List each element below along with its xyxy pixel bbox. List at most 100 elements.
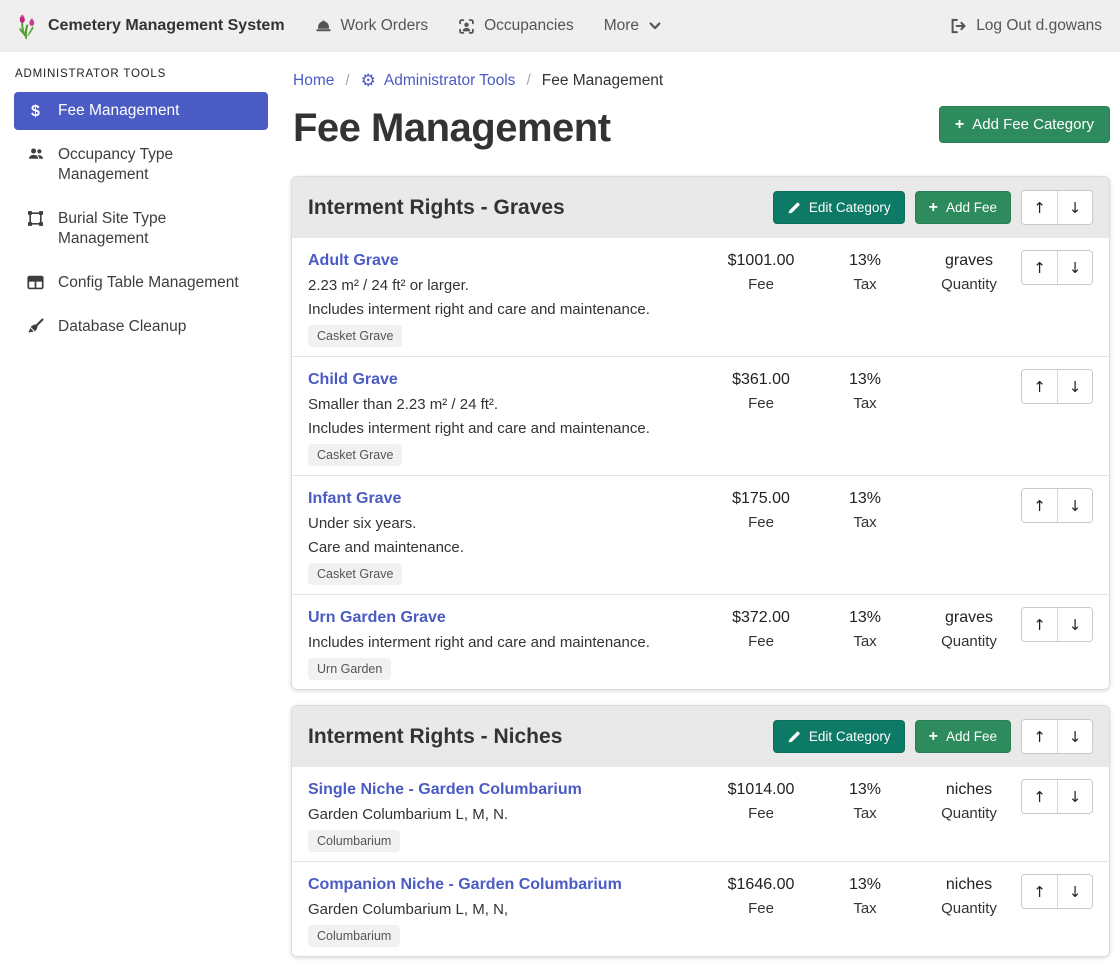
fee-amount-column: $1646.00 Fee xyxy=(709,874,813,917)
fee-amount-label: Fee xyxy=(709,395,813,412)
arrow-down-icon: ↓ xyxy=(1069,497,1082,515)
fee-arrow-group: ↑ ↓ xyxy=(1021,874,1093,909)
occupancy-badge-icon xyxy=(458,18,475,35)
table-icon xyxy=(26,274,45,291)
move-fee-up-button[interactable]: ↑ xyxy=(1022,780,1057,813)
fee-reorder-group: ↑ ↓ xyxy=(1021,779,1093,814)
hard-hat-icon xyxy=(315,18,332,35)
nav-occupancies[interactable]: Occupancies xyxy=(458,17,574,35)
add-fee-button[interactable]: + Add Fee xyxy=(915,720,1011,753)
sidebar-item-fee-management[interactable]: $Fee Management xyxy=(14,92,268,130)
edit-category-label: Edit Category xyxy=(809,729,891,744)
move-fee-down-button[interactable]: ↓ xyxy=(1057,608,1092,641)
tulip-logo-icon xyxy=(14,13,39,40)
fee-row: Urn Garden Grave Includes interment righ… xyxy=(292,595,1109,689)
fee-name-link[interactable]: Companion Niche - Garden Columbarium xyxy=(308,874,622,896)
tax-column: 13% Tax xyxy=(813,488,917,531)
add-fee-category-label: Add Fee Category xyxy=(972,116,1094,133)
move-fee-down-button[interactable]: ↓ xyxy=(1057,251,1092,284)
fee-amount: $1001.00 xyxy=(709,250,813,272)
fee-category-card: Interment Rights - Niches Edit Category … xyxy=(291,705,1110,957)
sidebar-item-config-table-management[interactable]: Config Table Management xyxy=(14,264,268,302)
sidebar: ADMINISTRATOR TOOLS $Fee ManagementOccup… xyxy=(0,52,283,352)
fee-amount-label: Fee xyxy=(709,805,813,822)
tax-label: Tax xyxy=(813,395,917,412)
tax-rate: 13% xyxy=(813,779,917,801)
move-category-down-button[interactable]: ↓ xyxy=(1057,720,1092,753)
fee-description: Includes interment right and care and ma… xyxy=(308,633,699,653)
add-fee-category-button[interactable]: + Add Fee Category xyxy=(939,106,1110,143)
fee-amount-label: Fee xyxy=(709,514,813,531)
burial-site-type-badge: Casket Grave xyxy=(308,444,402,466)
move-fee-up-button[interactable]: ↑ xyxy=(1022,608,1057,641)
fee-amount-column: $1001.00 Fee xyxy=(709,250,813,293)
fee-description: Includes interment right and care and ma… xyxy=(308,419,699,439)
fee-amount-column: $372.00 Fee xyxy=(709,607,813,650)
move-fee-down-button[interactable]: ↓ xyxy=(1057,780,1092,813)
move-fee-down-button[interactable]: ↓ xyxy=(1057,489,1092,522)
fee-amount-label: Fee xyxy=(709,276,813,293)
fee-arrow-group: ↑ ↓ xyxy=(1021,488,1093,523)
burial-site-type-badge: Columbarium xyxy=(308,830,400,852)
category-reorder-group: ↑ ↓ xyxy=(1021,190,1093,225)
logout-link[interactable]: Log Out d.gowans xyxy=(949,17,1102,35)
move-fee-up-button[interactable]: ↑ xyxy=(1022,489,1057,522)
tax-column: 13% Tax xyxy=(813,779,917,822)
fee-description: Includes interment right and care and ma… xyxy=(308,300,699,320)
sidebar-item-occupancy-type-management[interactable]: Occupancy Type Management xyxy=(14,136,268,194)
fee-amount: $372.00 xyxy=(709,607,813,629)
category-title: Interment Rights - Niches xyxy=(308,725,763,749)
fee-name-link[interactable]: Child Grave xyxy=(308,369,398,391)
fee-name-link[interactable]: Single Niche - Garden Columbarium xyxy=(308,779,582,801)
arrow-down-icon: ↓ xyxy=(1069,616,1082,634)
arrow-up-icon: ↑ xyxy=(1033,728,1046,746)
quantity-column: graves Quantity xyxy=(917,250,1021,293)
fee-name-link[interactable]: Adult Grave xyxy=(308,250,399,272)
fee-amount-column: $175.00 Fee xyxy=(709,488,813,531)
edit-category-button[interactable]: Edit Category xyxy=(773,191,905,224)
tax-label: Tax xyxy=(813,900,917,917)
fee-reorder-group: ↑ ↓ xyxy=(1021,488,1093,523)
move-fee-down-button[interactable]: ↓ xyxy=(1057,370,1092,403)
sidebar-item-label: Database Cleanup xyxy=(58,317,186,337)
fee-info: Adult Grave 2.23 m² / 24 ft² or larger. … xyxy=(308,250,709,347)
frame-icon xyxy=(26,210,45,227)
fee-description: Care and maintenance. xyxy=(308,538,699,558)
gear-icon: ⚙ xyxy=(361,73,376,90)
fee-info: Single Niche - Garden Columbarium Garden… xyxy=(308,779,709,852)
quantity-unit: niches xyxy=(917,779,1021,801)
quantity-column xyxy=(917,369,1021,373)
move-fee-down-button[interactable]: ↓ xyxy=(1057,875,1092,908)
edit-category-button[interactable]: Edit Category xyxy=(773,720,905,753)
arrow-down-icon: ↓ xyxy=(1069,259,1082,277)
breadcrumb-home-link[interactable]: Home xyxy=(293,72,334,90)
move-category-down-button[interactable]: ↓ xyxy=(1057,191,1092,224)
sidebar-item-database-cleanup[interactable]: Database Cleanup xyxy=(14,308,268,346)
fee-name-link[interactable]: Infant Grave xyxy=(308,488,401,510)
fee-amount: $1014.00 xyxy=(709,779,813,801)
fee-name-link[interactable]: Urn Garden Grave xyxy=(308,607,446,629)
move-category-up-button[interactable]: ↑ xyxy=(1022,191,1057,224)
fee-arrow-group: ↑ ↓ xyxy=(1021,369,1093,404)
fee-rows: Adult Grave 2.23 m² / 24 ft² or larger. … xyxy=(292,238,1109,689)
sidebar-item-burial-site-type-management[interactable]: Burial Site Type Management xyxy=(14,200,268,258)
quantity-unit: graves xyxy=(917,607,1021,629)
move-fee-up-button[interactable]: ↑ xyxy=(1022,251,1057,284)
breadcrumb-separator: / xyxy=(526,72,530,90)
fee-reorder-group: ↑ ↓ xyxy=(1021,607,1093,642)
arrow-up-icon: ↑ xyxy=(1033,199,1046,217)
nav-more[interactable]: More xyxy=(604,17,662,35)
tax-label: Tax xyxy=(813,514,917,531)
arrow-up-icon: ↑ xyxy=(1033,616,1046,634)
fee-arrow-group: ↑ ↓ xyxy=(1021,779,1093,814)
add-fee-button[interactable]: + Add Fee xyxy=(915,191,1011,224)
tax-rate: 13% xyxy=(813,369,917,391)
fee-info: Child Grave Smaller than 2.23 m² / 24 ft… xyxy=(308,369,709,466)
move-fee-up-button[interactable]: ↑ xyxy=(1022,370,1057,403)
breadcrumb: Home / ⚙ Administrator Tools / Fee Manag… xyxy=(293,72,1110,90)
breadcrumb-admin-tools-link[interactable]: ⚙ Administrator Tools xyxy=(361,72,516,90)
move-fee-up-button[interactable]: ↑ xyxy=(1022,875,1057,908)
move-category-up-button[interactable]: ↑ xyxy=(1022,720,1057,753)
breadcrumb-current: Fee Management xyxy=(542,72,664,90)
nav-work-orders[interactable]: Work Orders xyxy=(315,17,429,35)
